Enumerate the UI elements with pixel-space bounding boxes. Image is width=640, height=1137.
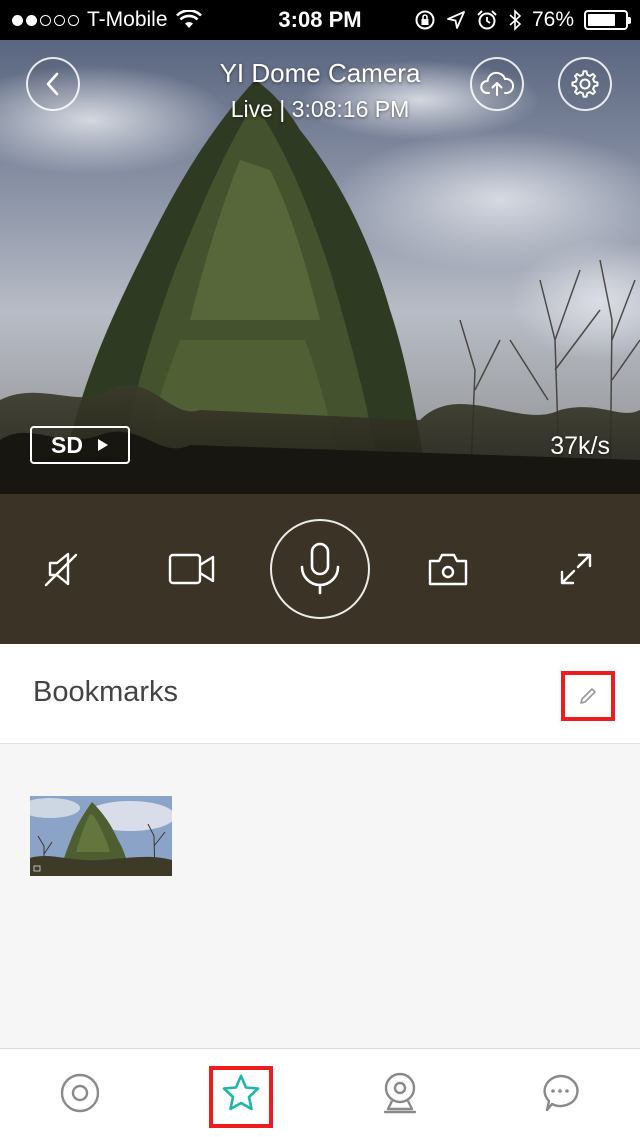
camera-icon (428, 553, 468, 586)
bookmarks-header: Bookmarks (0, 644, 640, 744)
bookmark-thumbnail[interactable] (30, 796, 172, 876)
bottom-tab-bar (0, 1048, 640, 1136)
rotation-lock-icon (415, 10, 435, 30)
location-arrow-icon (447, 11, 465, 29)
tab-bookmarks-highlight (209, 1066, 273, 1128)
talk-button[interactable] (270, 519, 370, 619)
quality-toggle-button[interactable]: SD (30, 426, 130, 464)
gear-icon (571, 70, 599, 98)
edit-bookmarks-button[interactable] (561, 671, 615, 721)
quality-label: SD (51, 431, 83, 458)
expand-icon (560, 553, 592, 585)
bitrate-label: 37k/s (550, 432, 610, 460)
status-bar: T-Mobile 3:08 PM 76% (0, 0, 640, 40)
bookmarks-list (0, 744, 640, 1048)
fullscreen-button[interactable] (536, 494, 616, 644)
play-triangle-icon (97, 439, 108, 451)
camera-title: YI Dome Camera (219, 58, 421, 88)
alarm-icon (477, 10, 497, 30)
camera-lens-icon (60, 1073, 100, 1113)
speaker-muted-icon (44, 552, 78, 587)
chat-bubble-icon (543, 1074, 579, 1112)
bookmarks-title: Bookmarks (33, 676, 179, 708)
video-camera-icon (168, 553, 215, 585)
mute-button[interactable] (22, 494, 102, 644)
pencil-icon (580, 688, 596, 704)
live-video-view[interactable]: YI Dome Camera Live | 3:08:16 PM SD 37k/… (0, 40, 640, 494)
microphone-icon (300, 542, 340, 595)
cloud-upload-button[interactable] (470, 57, 524, 111)
tab-messages[interactable] (480, 1049, 640, 1137)
bookmark-thumbnail-image (30, 796, 172, 876)
record-button[interactable] (150, 494, 234, 644)
settings-button[interactable] (558, 57, 612, 111)
status-bar-right: 76% (414, 0, 631, 40)
webcam-icon (383, 1072, 417, 1114)
bluetooth-icon (509, 9, 522, 31)
live-timestamp: Live | 3:08:16 PM (230, 96, 410, 122)
tab-live[interactable] (0, 1049, 160, 1137)
battery-icon (584, 10, 631, 30)
video-controls-bar (0, 494, 640, 644)
battery-percent: 76% (531, 8, 574, 31)
snapshot-button[interactable] (406, 494, 490, 644)
cloud-upload-icon (480, 71, 514, 96)
tab-devices[interactable] (320, 1049, 480, 1137)
